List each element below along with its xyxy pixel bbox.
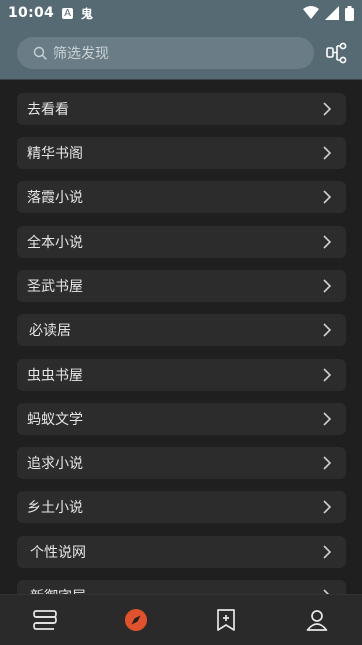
list-item-label: 落霞小说 (27, 190, 83, 206)
list-item-label: 新御宅屋 (30, 586, 86, 594)
list-item-label: 全本小说 (27, 235, 83, 251)
list-item[interactable]: 去看看 (17, 93, 346, 125)
list-item-label: 圣武书屋 (27, 279, 83, 295)
chevron-right-icon (323, 456, 332, 470)
chevron-right-icon (323, 545, 332, 559)
list-item[interactable]: 个性说网 (17, 536, 346, 568)
nav-discover[interactable] (116, 600, 156, 640)
chevron-right-icon (323, 412, 332, 426)
chevron-right-icon (323, 500, 332, 514)
top-app-bar: 筛选发现 (0, 26, 362, 80)
list-item-label: 个性说网 (30, 545, 86, 561)
bookmark-add-icon (217, 609, 236, 631)
chevron-right-icon (323, 146, 332, 160)
list-item[interactable]: 圣武书屋 (17, 270, 346, 302)
share-icon[interactable] (326, 42, 348, 64)
list-item[interactable]: 新御宅屋 (17, 580, 346, 594)
list-item[interactable]: 虫虫书屋 (17, 359, 346, 391)
search-icon (33, 46, 47, 60)
status-indicators (303, 5, 354, 21)
chevron-right-icon (323, 323, 332, 337)
list-item[interactable]: 乡土小说 (17, 491, 346, 523)
nav-bookmark[interactable] (206, 600, 246, 640)
chevron-right-icon (323, 190, 332, 204)
list-item-label: 精华书阁 (27, 146, 83, 162)
signal-icon (325, 6, 339, 20)
list-item-label: 虫虫书屋 (27, 368, 83, 384)
status-bar: 10:04 A 鬼 (0, 0, 362, 26)
list-item[interactable]: 落霞小说 (17, 181, 346, 213)
list-item[interactable]: 追求小说 (17, 447, 346, 479)
search-input[interactable]: 筛选发现 (17, 37, 314, 69)
discover-source-list[interactable]: 去看看 精华书阁 落霞小说 全本小说 圣武书屋 必读居 虫虫书屋 蚂蚁文学 追求… (0, 82, 362, 594)
status-time: 10:04 (8, 5, 55, 21)
nav-profile[interactable] (297, 600, 337, 640)
bookshelf-icon (33, 610, 58, 630)
search-placeholder: 筛选发现 (53, 46, 109, 62)
list-item-label: 必读居 (29, 323, 71, 339)
list-item-label: 去看看 (27, 102, 69, 118)
list-item-label: 乡土小说 (27, 500, 83, 516)
profile-icon (306, 610, 328, 631)
chevron-right-icon (323, 368, 332, 382)
app-badge-a: A (62, 7, 73, 19)
bottom-navigation (0, 594, 362, 645)
list-item-label: 蚂蚁文学 (27, 412, 83, 428)
battery-icon (345, 5, 354, 21)
app-badge-ghost: 鬼 (80, 6, 93, 21)
wifi-icon (303, 6, 319, 19)
list-item[interactable]: 蚂蚁文学 (17, 403, 346, 435)
list-item[interactable]: 必读居 (17, 314, 346, 346)
chevron-right-icon (323, 235, 332, 249)
nav-bookshelf[interactable] (25, 600, 65, 640)
compass-icon (124, 609, 147, 631)
chevron-right-icon (323, 279, 332, 293)
list-item[interactable]: 全本小说 (17, 226, 346, 258)
chevron-right-icon (323, 102, 332, 116)
list-item-label: 追求小说 (27, 456, 83, 472)
list-item[interactable]: 精华书阁 (17, 137, 346, 169)
